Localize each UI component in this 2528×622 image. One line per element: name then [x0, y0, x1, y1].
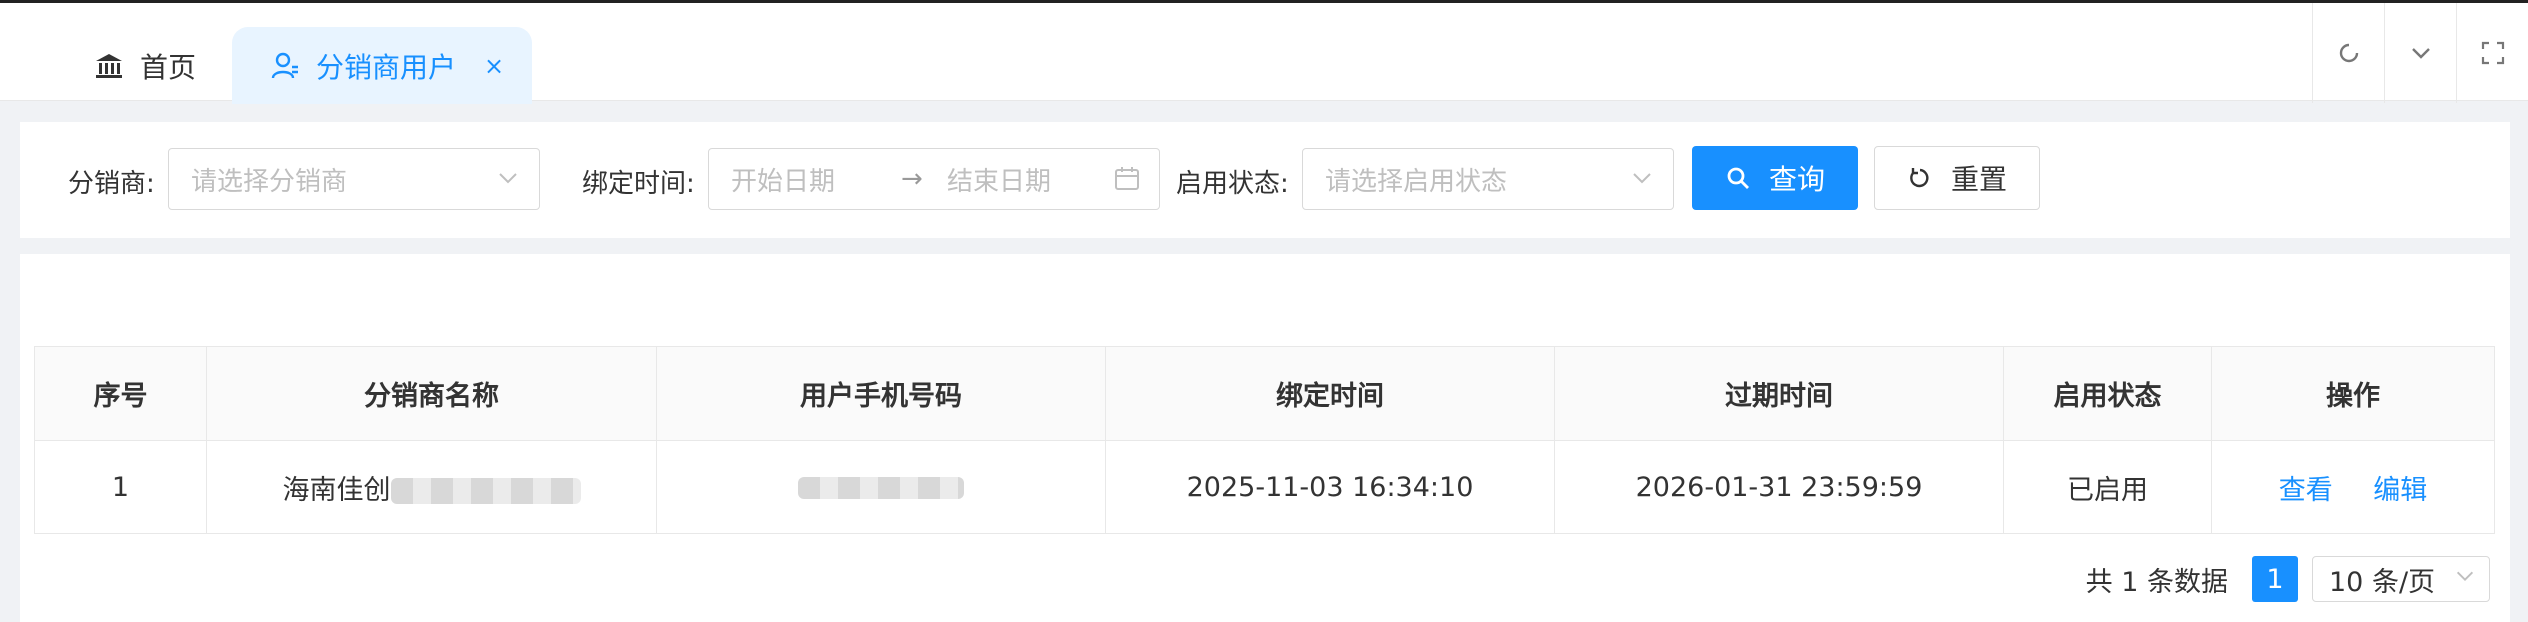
chevron-down-icon	[2453, 564, 2477, 595]
refresh-icon[interactable]	[2312, 3, 2384, 103]
table-header-row: 序号 分销商名称 用户手机号码 绑定时间 过期时间 启用状态 操作	[34, 346, 2495, 441]
end-date-input[interactable]: 结束日期	[947, 161, 1051, 198]
cell-index: 1	[34, 440, 207, 534]
user-icon	[268, 49, 302, 83]
redacted-name	[390, 478, 581, 504]
tab-distributor-users-label: 分销商用户	[316, 50, 457, 84]
cell-distributor-name: 海南佳创	[206, 440, 657, 534]
header-bind-time: 绑定时间	[1105, 346, 1555, 441]
query-button[interactable]: 查询	[1692, 146, 1858, 210]
search-icon	[1725, 165, 1751, 191]
status-select[interactable]: 请选择启用状态	[1302, 148, 1674, 210]
header-actions: 操作	[2211, 346, 2495, 441]
header-expire-time: 过期时间	[1554, 346, 2004, 441]
reset-button[interactable]: 重置	[1874, 146, 2040, 210]
bind-time-range-picker[interactable]: 开始日期 → 结束日期	[708, 148, 1160, 210]
distributor-user-table: 序号 分销商名称 用户手机号码 绑定时间 过期时间 启用状态 操作 1 海南佳创…	[34, 346, 2495, 534]
tab-bar: 首页 分销商用户 ×	[0, 0, 2528, 104]
distributor-placeholder: 请选择分销商	[191, 166, 348, 197]
pagination: 共 1 条数据 1 10 条/页	[2086, 556, 2490, 602]
status-label: 启用状态:	[1176, 169, 1289, 199]
reset-button-label: 重置	[1950, 163, 2007, 196]
distributor-label: 分销商:	[68, 169, 155, 199]
view-link[interactable]: 查看	[2279, 475, 2333, 506]
header-index: 序号	[34, 346, 207, 441]
table-row: 1 海南佳创 2025-11-03 16:34:10 2026-01-31 23…	[34, 440, 2495, 534]
cell-phone	[656, 440, 1106, 534]
chevron-down-icon	[495, 165, 521, 198]
distributor-select[interactable]: 请选择分销商	[168, 148, 540, 210]
tab-distributor-users[interactable]: 分销商用户 ×	[232, 27, 532, 104]
status-placeholder: 请选择启用状态	[1325, 166, 1508, 197]
fullscreen-icon[interactable]	[2456, 3, 2528, 103]
page-button-current[interactable]: 1	[2252, 556, 2298, 602]
page-size-select[interactable]: 10 条/页	[2312, 556, 2490, 602]
query-button-label: 查询	[1768, 163, 1825, 196]
page-size-value: 10 条/页	[2329, 566, 2436, 598]
table-card: 序号 分销商名称 用户手机号码 绑定时间 过期时间 启用状态 操作 1 海南佳创…	[20, 254, 2510, 622]
tab-home[interactable]: 首页	[62, 27, 230, 104]
calendar-icon	[1113, 165, 1141, 200]
redacted-phone	[798, 477, 964, 499]
bind-time-label: 绑定时间:	[582, 169, 695, 199]
start-date-input[interactable]: 开始日期	[731, 161, 901, 198]
chevron-down-icon[interactable]	[2384, 3, 2456, 103]
bank-icon	[92, 49, 126, 83]
total-count: 共 1 条数据	[2085, 566, 2228, 598]
cell-actions: 查看 编辑	[2211, 440, 2495, 534]
header-distributor-name: 分销商名称	[206, 346, 657, 441]
tab-home-label: 首页	[140, 50, 197, 84]
distributor-name-text: 海南佳创	[282, 474, 391, 506]
filter-panel: 分销商: 请选择分销商 绑定时间: 开始日期 → 结束日期 启用状态: 请选择启…	[20, 122, 2510, 238]
reset-icon	[1907, 165, 1933, 191]
close-icon[interactable]: ×	[484, 52, 504, 80]
chevron-down-icon	[1629, 165, 1655, 198]
edit-link[interactable]: 编辑	[2373, 475, 2427, 506]
cell-status: 已启用	[2003, 440, 2212, 534]
header-phone: 用户手机号码	[656, 346, 1106, 441]
cell-bind-time: 2025-11-03 16:34:10	[1105, 440, 1555, 534]
header-status: 启用状态	[2003, 346, 2212, 441]
cell-expire-time: 2026-01-31 23:59:59	[1554, 440, 2004, 534]
range-separator: →	[901, 164, 923, 194]
